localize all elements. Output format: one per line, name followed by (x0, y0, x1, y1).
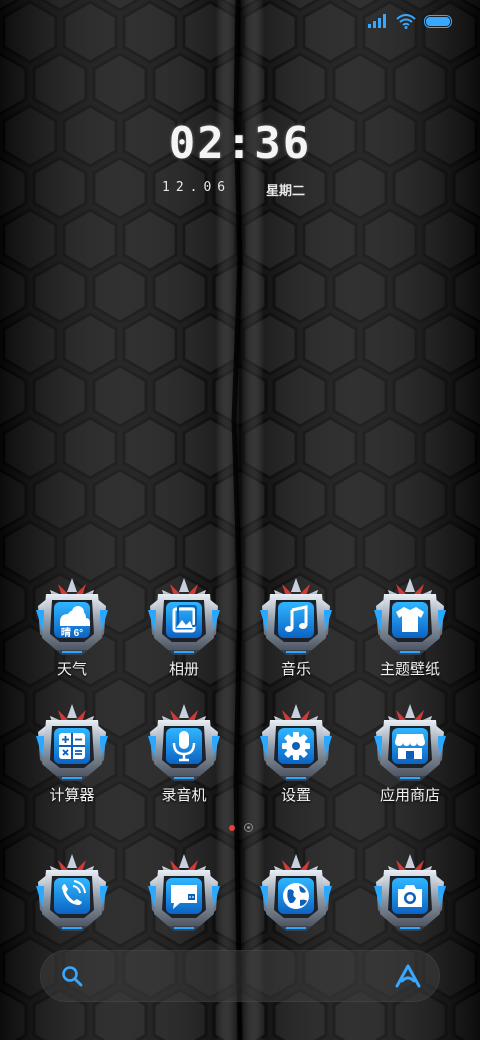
app-label-themes: 主题壁纸 (379, 660, 440, 678)
app-settings[interactable]: 设置 (241, 702, 351, 812)
app-store[interactable]: 应用商店 (355, 702, 465, 812)
microphone-icon (144, 702, 224, 782)
gallery-icon (144, 576, 224, 656)
weather-badge: 晴 6° (61, 626, 83, 639)
dock-browser[interactable] (241, 852, 351, 962)
phone-icon (32, 852, 112, 932)
search-icon[interactable] (60, 964, 84, 988)
weather-icon: 晴 6° (32, 576, 112, 656)
battery-fill (426, 16, 450, 26)
page-indicator[interactable] (0, 822, 480, 834)
dock-camera[interactable] (355, 852, 465, 962)
dock-phone[interactable] (17, 852, 127, 962)
date-row: 12.06 星期二 (0, 180, 480, 199)
app-music[interactable]: 音乐 (241, 576, 351, 686)
app-label-calculator: 计算器 (49, 786, 95, 804)
calculator-icon (32, 702, 112, 782)
app-label-gallery: 相册 (168, 660, 199, 678)
app-gallery[interactable]: 相册 (129, 576, 239, 686)
lock-clock[interactable]: 02:36 (0, 118, 480, 169)
wifi-icon (396, 13, 416, 29)
app-label-store: 应用商店 (379, 786, 440, 804)
signal-icon (368, 14, 386, 28)
app-themes[interactable]: 主题壁纸 (355, 576, 465, 686)
globe-icon (256, 852, 336, 932)
app-label-music: 音乐 (280, 660, 311, 678)
message-icon (144, 852, 224, 932)
assistant-icon[interactable] (394, 963, 422, 989)
date-text: 12.06 (162, 180, 232, 195)
app-weather[interactable]: 晴 6° 天气 (17, 576, 127, 686)
app-recorder[interactable]: 录音机 (129, 702, 239, 812)
app-label-recorder: 录音机 (161, 786, 207, 804)
page-dot-active[interactable] (229, 825, 235, 831)
music-icon (256, 576, 336, 656)
status-bar (368, 10, 452, 32)
search-bar[interactable] (40, 950, 440, 1002)
gear-icon (256, 702, 336, 782)
clock-time: 02:36 (168, 118, 312, 169)
camera-icon (370, 852, 450, 932)
battery-icon (424, 14, 452, 28)
dock-messages[interactable] (129, 852, 239, 962)
app-label-weather: 天气 (56, 660, 87, 678)
tshirt-icon (370, 576, 450, 656)
weekday-text: 星期二 (266, 184, 306, 199)
store-icon (370, 702, 450, 782)
app-label-settings: 设置 (280, 786, 311, 804)
page-dot-home[interactable] (244, 823, 253, 832)
app-calculator[interactable]: 计算器 (17, 702, 127, 812)
